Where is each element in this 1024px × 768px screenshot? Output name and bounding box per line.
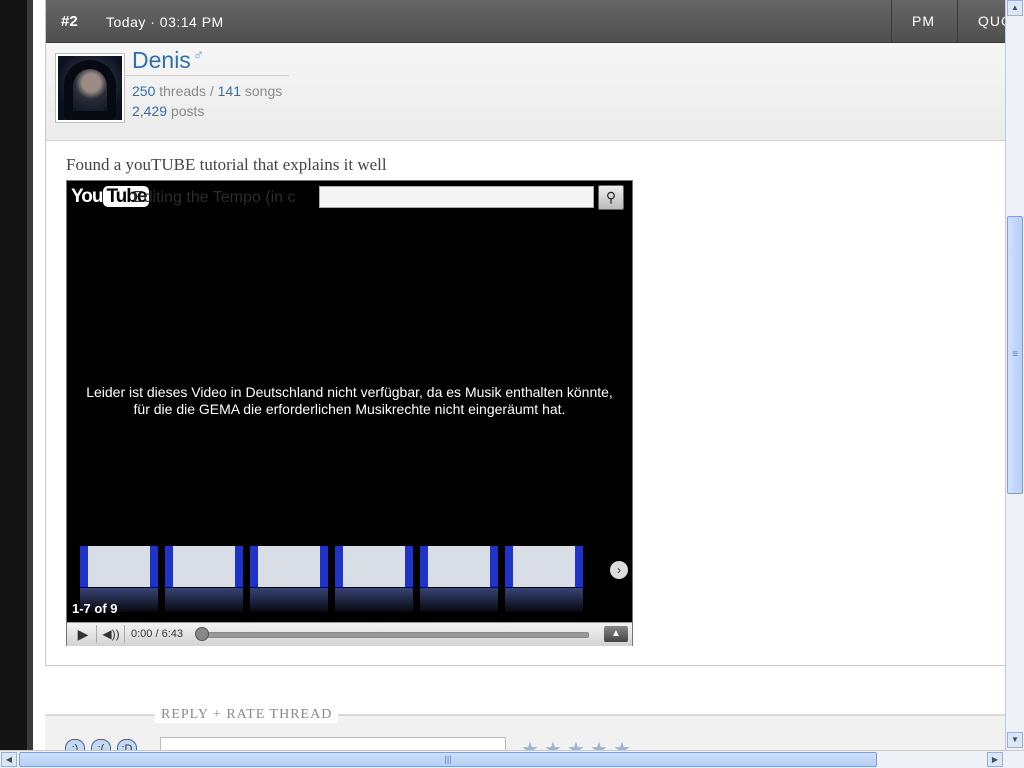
- vertical-scrollbar[interactable]: ▲ ≡ ▼: [1005, 0, 1024, 750]
- user-divider: [124, 75, 289, 76]
- reply-input[interactable]: [160, 737, 506, 750]
- related-video-thumb[interactable]: [165, 546, 243, 612]
- related-video-thumb[interactable]: [335, 546, 413, 612]
- scroll-right-icon[interactable]: ▶: [987, 752, 1003, 767]
- user-stats-threads-songs: 250 threads / 141 songs: [132, 83, 282, 99]
- stats-separator: /: [209, 83, 214, 99]
- rating-star-icon[interactable]: ★: [544, 737, 562, 750]
- expand-icon[interactable]: ▲: [604, 626, 628, 642]
- reply-section: REPLY + RATE THREAD :) :( :D ★ ★ ★ ★ ★: [45, 707, 1005, 750]
- scroll-up-icon[interactable]: ▲: [1007, 0, 1023, 16]
- username-text[interactable]: Denis: [132, 47, 191, 73]
- play-icon[interactable]: ▶: [70, 625, 97, 643]
- video-unavailable-message: Leider ist dieses Video in Deutschland n…: [86, 384, 613, 417]
- seek-handle[interactable]: [195, 627, 209, 641]
- youtube-search-input[interactable]: [319, 186, 594, 208]
- user-stats-posts: 2,429 posts: [132, 103, 204, 119]
- post-header: #2 Today · 03:14 PM PM QUOTE: [46, 0, 1005, 43]
- pm-button[interactable]: PM: [891, 0, 935, 42]
- search-icon[interactable]: ⚲: [598, 185, 624, 210]
- posts-label: posts: [170, 103, 205, 119]
- volume-icon[interactable]: ◀)): [98, 625, 125, 643]
- related-video-thumb[interactable]: [250, 546, 328, 612]
- related-video-thumb[interactable]: [505, 546, 583, 612]
- horizontal-scroll-thumb[interactable]: |||: [19, 752, 877, 767]
- youtube-player[interactable]: You Tube Editing the Tempo (in c ⚲ Leider…: [66, 180, 633, 646]
- seek-bar[interactable]: [200, 632, 589, 638]
- left-window-edge: [0, 0, 33, 768]
- rating-star-icon[interactable]: ★: [567, 737, 585, 750]
- user-info-bar: Denis ♂ 250 threads / 141 songs 2,429 pos…: [46, 43, 1005, 141]
- rating-star-icon[interactable]: ★: [590, 737, 608, 750]
- gender-male-icon: ♂: [192, 47, 205, 64]
- post-number[interactable]: #2: [61, 13, 78, 30]
- related-video-thumb[interactable]: [420, 546, 498, 612]
- posts-count[interactable]: 2,429: [132, 103, 167, 119]
- playlist-count: 1-7 of 9: [72, 601, 118, 616]
- reply-rate-title: REPLY + RATE THREAD: [155, 707, 339, 723]
- avatar[interactable]: [55, 53, 125, 123]
- vertical-scroll-thumb[interactable]: ≡: [1007, 216, 1023, 494]
- threads-count[interactable]: 250: [132, 83, 155, 99]
- rating-star-icon[interactable]: ★: [521, 737, 539, 750]
- smiley-icon[interactable]: :(: [91, 739, 111, 750]
- username[interactable]: Denis ♂: [132, 47, 204, 74]
- scroll-down-icon[interactable]: ▼: [1007, 732, 1023, 748]
- player-controls: ▶ ◀)) 0:00 / 6:43 ▲: [67, 622, 632, 646]
- horizontal-scrollbar[interactable]: ◀ ||| ▶: [0, 750, 1024, 768]
- rating-star-icon[interactable]: ★: [613, 737, 631, 750]
- quote-button[interactable]: QUOTE: [957, 0, 1005, 42]
- forum-post: #2 Today · 03:14 PM PM QUOTE Denis♂ 250 …: [45, 0, 1005, 666]
- songs-count[interactable]: 141: [218, 83, 241, 99]
- post-message: Found a youTUBE tutorial that explains i…: [66, 155, 387, 174]
- threads-label: threads: [159, 83, 206, 99]
- video-title-faded: Editing the Tempo (in c: [133, 189, 296, 206]
- scroll-left-icon[interactable]: ◀: [1, 752, 17, 767]
- smiley-icon[interactable]: :D: [117, 739, 137, 750]
- page-content: #2 Today · 03:14 PM PM QUOTE Denis♂ 250 …: [33, 0, 1005, 750]
- post-date: Today · 03:14 PM: [106, 14, 224, 30]
- songs-label: songs: [244, 83, 283, 99]
- video-time: 0:00 / 6:43: [131, 628, 183, 640]
- smiley-icon[interactable]: :): [65, 739, 85, 750]
- chevron-right-icon[interactable]: ›: [610, 561, 628, 579]
- related-videos-strip: ›: [67, 546, 632, 614]
